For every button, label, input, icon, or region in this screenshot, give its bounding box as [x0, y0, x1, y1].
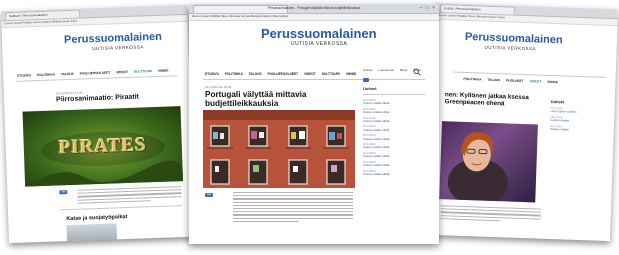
nav-item[interactable]: VIDEOT [304, 72, 316, 76]
site-tagline: UUTISIA VERKOSSA [92, 44, 144, 52]
sidebar-news-item[interactable]: 15.3.2013 Uutinen otsikko tähän [363, 133, 429, 141]
article-headline[interactable]: nen: Kyllönen jatkaa ksessa Greenpeacen … [445, 91, 539, 109]
sidebar: Uutiset Luetuimmat Blogit Kuvat Uutiset … [363, 68, 429, 178]
article-body [440, 205, 541, 224]
nav-item[interactable]: POLITIIKKA [37, 72, 55, 77]
article-image[interactable]: PIRATES [22, 106, 184, 187]
rss-icon[interactable] [363, 78, 369, 82]
sidebar-news-item[interactable]: 14.3.2013 Uutinen otsikko tähän [363, 160, 429, 168]
site-logo[interactable]: Perussuomalainen [465, 31, 563, 46]
screenshot-right: Uutiset | Perussuomalainen Etusivu Uutis… [428, 2, 618, 242]
site-header: Perussuomalainen UUTISIA VERKOSSA ETUSIV… [1, 21, 190, 89]
browser-tab[interactable]: Uutiset | Perussuomalainen [439, 4, 516, 15]
sidebar-tab[interactable]: Blogit [400, 68, 408, 72]
sidebar-tab[interactable]: Uutiset [363, 68, 372, 72]
nav-item[interactable]: KULTTUURI [322, 72, 340, 76]
nav-item[interactable]: ETUSIVU [17, 73, 31, 77]
sidebar-tabs[interactable]: Uutiset Luetuimmat Blogit Kuvat [363, 68, 429, 72]
main-nav[interactable]: ETUSIVU POLITIIKKA TALOUS PUOLUEPUOLUEET… [205, 72, 361, 76]
sidebar-news-item[interactable]: 14.3.2013 Uutinen otsikko tähän [363, 151, 429, 159]
sidebar: Uutiset 16.3.2013 Lorem ipsum uutinen 16.… [550, 99, 607, 135]
sidebar-news-item[interactable]: 16.3.2013 Uutinen otsikko [550, 115, 606, 125]
nav-item[interactable]: PUOLUEET [506, 78, 523, 83]
sidebar-news-item[interactable]: 13.3.2013 Uutinen otsikko tähän [363, 169, 429, 177]
nav-item[interactable]: TALOUS [249, 72, 262, 76]
article-body [233, 192, 353, 224]
sidebar-news-item[interactable]: 15.3.2013 Uutinen otsikko tähän [363, 116, 429, 124]
sidebar-tab[interactable]: Luetuimmat [378, 68, 394, 72]
content-divider [59, 205, 182, 211]
sidebar-divider [363, 94, 425, 95]
nav-item-active[interactable]: VIDEOT [529, 79, 541, 83]
browser-tab-bar: Perussuomalainen - Portugali välyttää mi… [189, 4, 439, 14]
sidebar-news-item[interactable]: 15.3.2013 Uutinen otsikko tähän [363, 125, 429, 132]
share-button[interactable]: Jaa [59, 190, 68, 195]
article-headline[interactable]: Portugali välyttää mittavia budjettileik… [205, 90, 355, 109]
sidebar-title: Uutiset [363, 86, 377, 91]
sidebar-title: Uutiset [550, 98, 565, 105]
site-tagline: UUTISIA VERKOSSA [484, 44, 537, 52]
nav-item[interactable]: POLITIIKKA [463, 77, 481, 82]
nav-item[interactable]: VIIHDE [547, 80, 558, 84]
window-controls[interactable]: – □ × [420, 5, 437, 12]
nav-item[interactable]: PUOLUEPUOLUEET [80, 71, 111, 76]
sidebar-tab[interactable]: Kuvat [413, 68, 421, 72]
portrait-photo [447, 132, 508, 203]
article-date: 15.3.2013 klo 10.05 [205, 85, 232, 89]
nav-item[interactable]: TALOUS [61, 72, 74, 76]
sidebar-news-item[interactable]: 16.3.2013 Uutinen otsikko tähän [363, 107, 429, 115]
browser-tab[interactable]: Kulttuuri | Perussuomalainen [5, 9, 81, 21]
nav-item[interactable]: TALOUS [487, 78, 500, 82]
sidebar-news-item[interactable]: 14.3.2013 Uutinen otsikko tähän [363, 142, 429, 150]
article-image[interactable] [439, 121, 538, 203]
bookmarks-bar[interactable]: Etusivu Uutiset Politiikka Talous Ulkoma… [189, 14, 439, 21]
second-headline[interactable]: Katse ja suojatyöpaikat [66, 214, 127, 222]
article-body [77, 186, 182, 206]
nav-item[interactable]: POLITIIKKA [225, 72, 243, 76]
nav-item[interactable]: VIDEOT [116, 70, 128, 74]
site-logo[interactable]: Perussuomalainen [261, 26, 377, 41]
nav-item[interactable]: VIIHDE [158, 69, 169, 73]
screenshot-left: Kulttuuri | Perussuomalainen Etusivu Uut… [1, 4, 195, 244]
nav-item[interactable]: PUOLUEPUOLUEET [267, 72, 298, 76]
window-title: Perussuomalainen - Portugali välyttää mi… [267, 6, 361, 10]
sidebar-news-item[interactable]: 15.3.2013 Uutinen otsikko [550, 124, 606, 134]
site-tagline: UUTISIA VERKOSSA [291, 41, 348, 47]
share-button[interactable]: Jaa [205, 193, 214, 197]
article-image[interactable] [203, 110, 355, 188]
article-headline[interactable]: Piirrosanimaatio: Piraatit [56, 94, 139, 105]
site-logo[interactable]: Perussuomalainen [64, 31, 162, 46]
sidebar-news-item[interactable]: 16.3.2013 Uutinen otsikko tähän [363, 98, 429, 106]
nav-item[interactable]: ETUSIVU [205, 72, 219, 76]
screenshot-center: Perussuomalainen - Portugali välyttää mi… [189, 4, 439, 244]
second-article-thumbnail[interactable] [66, 223, 118, 244]
building-facade-photo [203, 110, 355, 188]
nav-item-active[interactable]: KULTTUURI [134, 69, 152, 74]
main-nav[interactable]: POLITIIKKA TALOUS PUOLUEET VIDEOT VIIHDE [463, 77, 562, 84]
nav-item[interactable]: VIIHDE [346, 72, 357, 76]
